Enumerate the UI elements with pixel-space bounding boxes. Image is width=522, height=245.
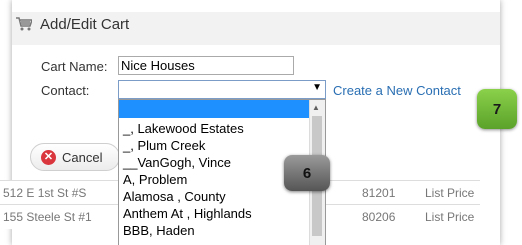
zip-cell: 81201 [362,186,396,200]
dropdown-option[interactable]: A, Problem [123,171,187,188]
cancel-icon: ✕ [41,150,56,165]
scroll-up-icon[interactable]: ▲ [312,103,320,112]
price-type-cell: List Price [425,186,475,200]
dropdown-option[interactable]: _, Plum Creek [123,137,205,154]
address-cell: 512 E 1st St #S [3,186,87,200]
dropdown-arrow-icon[interactable]: ▼ [312,82,322,93]
dropdown-option[interactable]: _, Lakewood Estates [123,120,244,137]
cart-icon [16,17,32,31]
dropdown-option[interactable]: Alamosa , County [123,188,226,205]
cancel-button-label: Cancel [62,150,103,165]
dialog-title: Add/Edit Cart [40,16,130,33]
zip-cell: 80206 [362,210,396,224]
step-badge-7: 7 [477,89,517,129]
create-contact-link[interactable]: Create a New Contact [333,83,461,98]
dropdown-empty-option-selected[interactable] [119,100,311,118]
cart-name-label: Cart Name: [41,59,108,74]
dropdown-option[interactable]: Anthem At , Highlands [123,205,252,222]
dropdown-option[interactable]: __VanGogh, Vince [123,154,231,171]
contact-label: Contact: [41,83,90,98]
contact-select[interactable]: ▼ [118,80,326,99]
price-type-cell: List Price [425,210,475,224]
cart-name-input[interactable] [118,56,294,75]
cancel-button[interactable]: ✕ Cancel [30,143,120,171]
step-badge-6: 6 [284,155,330,191]
dropdown-option[interactable]: BBB, Haden [123,222,195,239]
address-cell: 155 Steele St #1 [3,210,92,224]
